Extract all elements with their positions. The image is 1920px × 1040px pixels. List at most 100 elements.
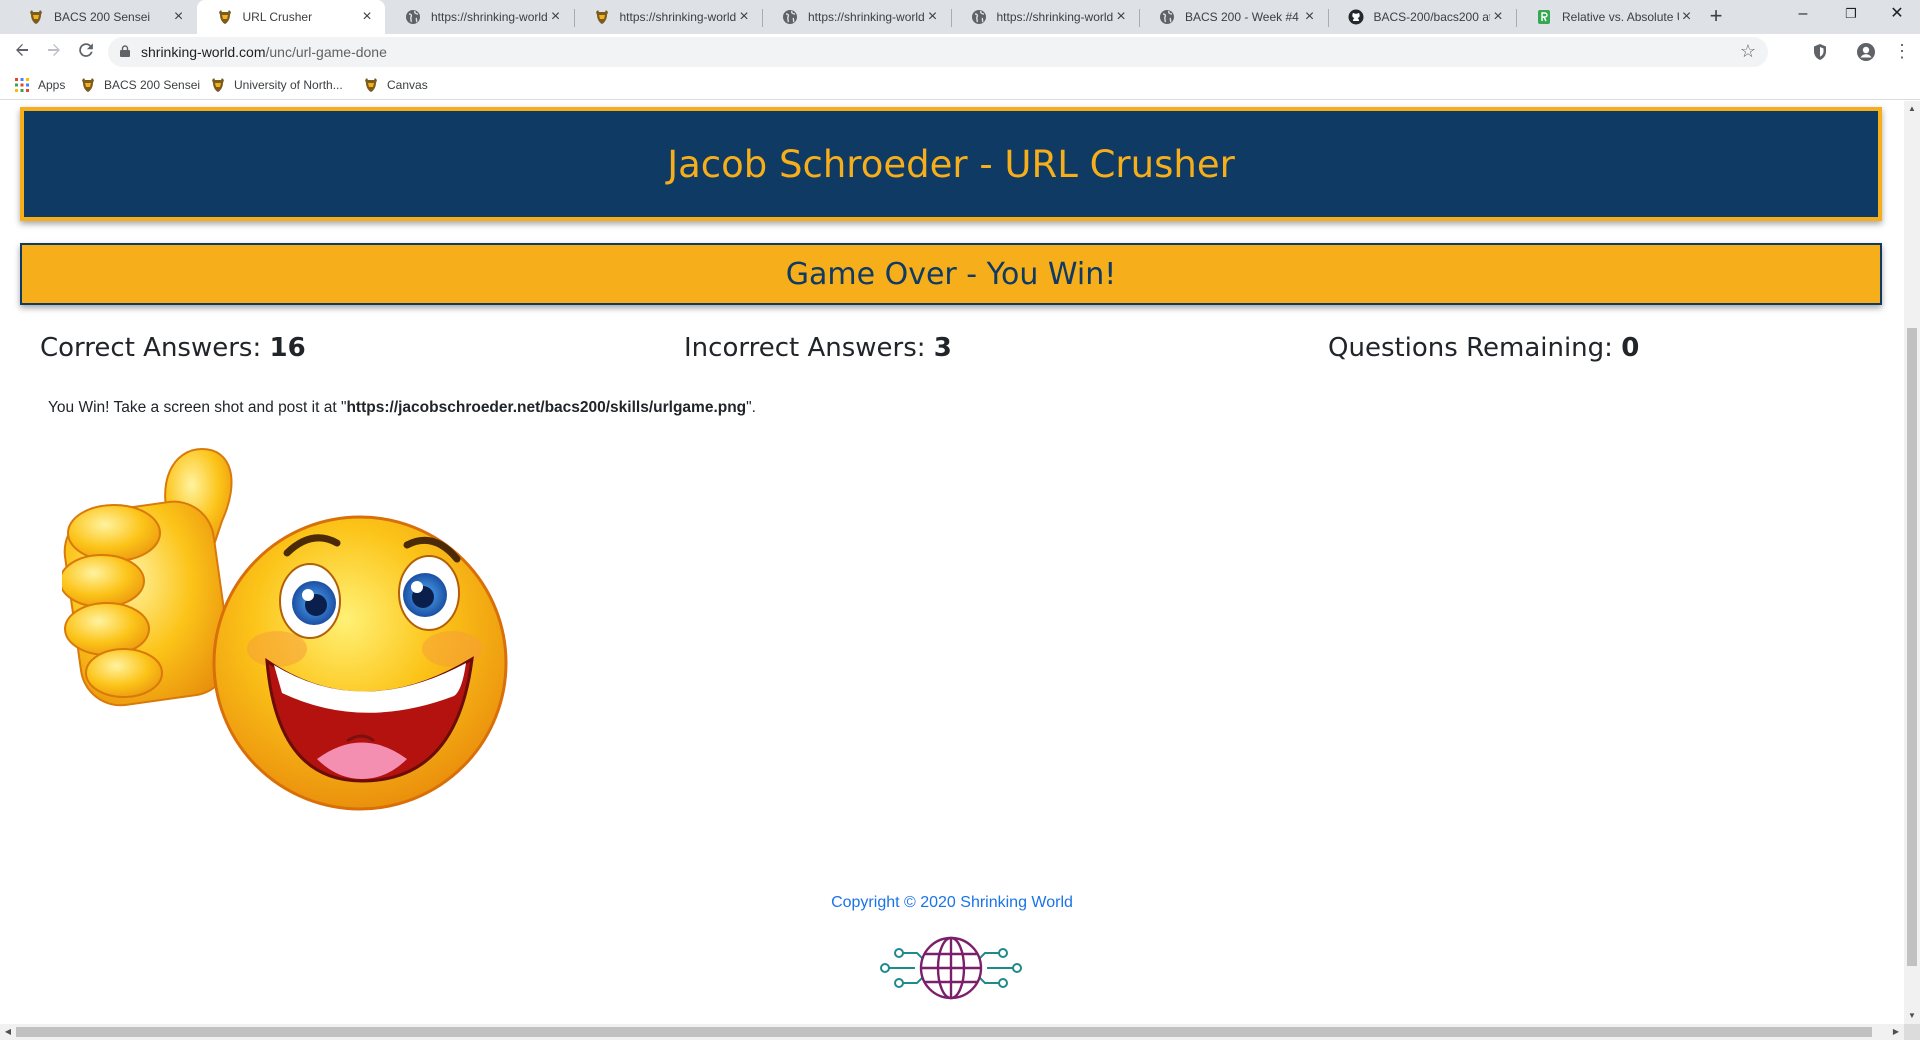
close-tab-icon[interactable]: × <box>1679 9 1695 25</box>
scroll-up-arrow-icon[interactable]: ▲ <box>1904 101 1920 117</box>
tab-title: BACS 200 Sensei <box>54 10 151 24</box>
close-tab-icon[interactable]: × <box>171 9 187 25</box>
back-button[interactable] <box>10 40 34 64</box>
vertical-scroll-thumb[interactable] <box>1907 328 1917 966</box>
browser-tab[interactable]: BACS-200/bacs200 at m× <box>1328 0 1517 34</box>
shield-extension-icon[interactable] <box>1810 42 1830 62</box>
close-tab-icon[interactable]: × <box>925 9 941 25</box>
github-icon <box>1348 9 1364 25</box>
incorrect-answers-value: 3 <box>933 333 952 363</box>
scroll-right-arrow-icon[interactable]: ▶ <box>1888 1024 1904 1040</box>
win-message-suffix: ". <box>746 399 756 416</box>
browser-tab[interactable]: https://shrinking-world × <box>762 0 951 34</box>
browser-tab[interactable]: URL Crusher × <box>196 0 385 34</box>
horizontal-scroll-thumb[interactable] <box>16 1027 1872 1037</box>
browser-tab[interactable]: https://shrinking-world × <box>951 0 1140 34</box>
unc-bear-icon <box>28 9 44 25</box>
url-host: shrinking-world.com <box>141 44 266 60</box>
globe-icon <box>782 9 798 25</box>
browser-tab[interactable]: Relative vs. Absolute U × <box>1516 0 1705 34</box>
bookmark-item[interactable]: Canvas <box>363 77 428 93</box>
profile-avatar-icon[interactable] <box>1856 42 1876 62</box>
correct-answers-value: 16 <box>269 333 306 363</box>
bookmark-item[interactable]: University of North... <box>210 77 343 93</box>
forward-button[interactable] <box>42 40 66 64</box>
unc-bear-icon <box>217 9 233 25</box>
unc-bear-icon <box>594 9 610 25</box>
correct-answers-stat: Correct Answers: 16 <box>40 333 306 363</box>
bookmark-label: Canvas <box>387 78 428 92</box>
scroll-left-arrow-icon[interactable]: ◀ <box>0 1024 16 1040</box>
reload-icon <box>79 43 93 57</box>
url-text: shrinking-world.com/unc/url-game-done <box>141 44 387 60</box>
bookmark-label: BACS 200 Sensei <box>104 78 201 92</box>
bookmarks-bar: Apps BACS 200 Sensei University of North..… <box>0 70 1920 100</box>
game-status-text: Game Over - You Win! <box>785 256 1117 292</box>
bookmark-item[interactable]: Apps <box>14 77 65 93</box>
globe-icon <box>405 9 421 25</box>
horizontal-scrollbar[interactable]: ◀ ▶ <box>0 1024 1904 1040</box>
questions-remaining-value: 0 <box>1621 333 1640 363</box>
bookmark-item[interactable]: BACS 200 Sensei <box>80 77 200 93</box>
document-icon <box>1536 9 1552 25</box>
tab-title: URL Crusher <box>242 10 313 24</box>
scrollbar-corner <box>1904 1024 1920 1040</box>
thumbs-up-smiley-image <box>62 447 508 811</box>
bookmark-label: University of North... <box>234 78 343 92</box>
close-tab-icon[interactable]: × <box>548 9 564 25</box>
tab-title: BACS 200 - Week #4 <box>1185 10 1299 24</box>
bookmark-star-icon[interactable]: ☆ <box>1740 41 1756 62</box>
tab-strip: BACS 200 Sensei × URL Crusher × https://shri… <box>0 0 1920 34</box>
page-viewport: Jacob Schroeder - URL Crusher Game Over … <box>0 101 1904 1024</box>
win-message: You Win! Take a screen shot and post it … <box>48 399 756 417</box>
page-title: Jacob Schroeder - URL Crusher <box>667 142 1235 186</box>
address-bar[interactable]: shrinking-world.com/unc/url-game-done ☆ <box>108 37 1768 67</box>
tab-separator <box>950 9 952 27</box>
shrinking-world-logo-icon[interactable] <box>877 935 1025 1001</box>
incorrect-answers-stat: Incorrect Answers: 3 <box>684 333 952 363</box>
unc-bear-icon <box>363 77 379 93</box>
tab-separator <box>573 9 575 27</box>
unc-bear-icon <box>210 77 226 93</box>
globe-icon <box>1159 9 1175 25</box>
vertical-scrollbar[interactable]: ▲ ▼ <box>1904 101 1920 1024</box>
close-tab-icon[interactable]: × <box>1113 9 1129 25</box>
url-path: /unc/url-game-done <box>265 44 387 60</box>
bookmark-label: Apps <box>38 78 66 92</box>
browser-tab[interactable]: https://shrinking-world × <box>385 0 574 34</box>
apps-grid-icon <box>14 77 30 93</box>
browser-tab[interactable]: BACS 200 Sensei × <box>8 0 197 34</box>
tab-title: https://shrinking-world <box>996 10 1114 24</box>
copyright-link[interactable]: Copyright © 2020 Shrinking World <box>0 894 1904 912</box>
browser-tab[interactable]: https://shrinking-world × <box>574 0 763 34</box>
close-tab-icon[interactable]: × <box>736 9 752 25</box>
tab-separator <box>1139 9 1140 27</box>
restore-button[interactable]: ❐ <box>1828 0 1874 30</box>
incorrect-answers-label: Incorrect Answers: <box>684 333 926 363</box>
page-header: Jacob Schroeder - URL Crusher <box>20 107 1882 221</box>
scroll-down-arrow-icon[interactable]: ▼ <box>1904 1008 1920 1024</box>
tab-separator <box>1327 9 1329 27</box>
tab-separator <box>762 9 763 27</box>
arrow-right-icon <box>48 44 60 56</box>
tab-title: https://shrinking-world <box>431 10 548 24</box>
minimize-button[interactable]: – <box>1780 0 1826 30</box>
lock-icon <box>120 45 130 57</box>
win-message-prefix: You Win! Take a screen shot and post it … <box>48 399 347 416</box>
browser-tab[interactable]: BACS 200 - Week #4 × <box>1139 0 1328 34</box>
close-tab-icon[interactable]: × <box>359 9 375 25</box>
tab-title: https://shrinking-world <box>619 10 737 24</box>
close-tab-icon[interactable]: × <box>1490 9 1506 25</box>
game-status-banner: Game Over - You Win! <box>20 243 1882 305</box>
reload-button[interactable] <box>74 40 98 64</box>
new-tab-button[interactable]: + <box>1704 5 1728 28</box>
close-window-button[interactable]: ✕ <box>1874 0 1920 30</box>
close-tab-icon[interactable]: × <box>1302 9 1318 25</box>
globe-icon <box>971 9 987 25</box>
unc-bear-icon <box>80 77 96 93</box>
browser-toolbar: shrinking-world.com/unc/url-game-done ☆ … <box>0 34 1920 70</box>
correct-answers-label: Correct Answers: <box>40 333 262 363</box>
kebab-menu-icon[interactable]: ⋮ <box>1892 42 1912 62</box>
tab-separator <box>1516 9 1517 27</box>
questions-remaining-label: Questions Remaining: <box>1328 333 1613 363</box>
